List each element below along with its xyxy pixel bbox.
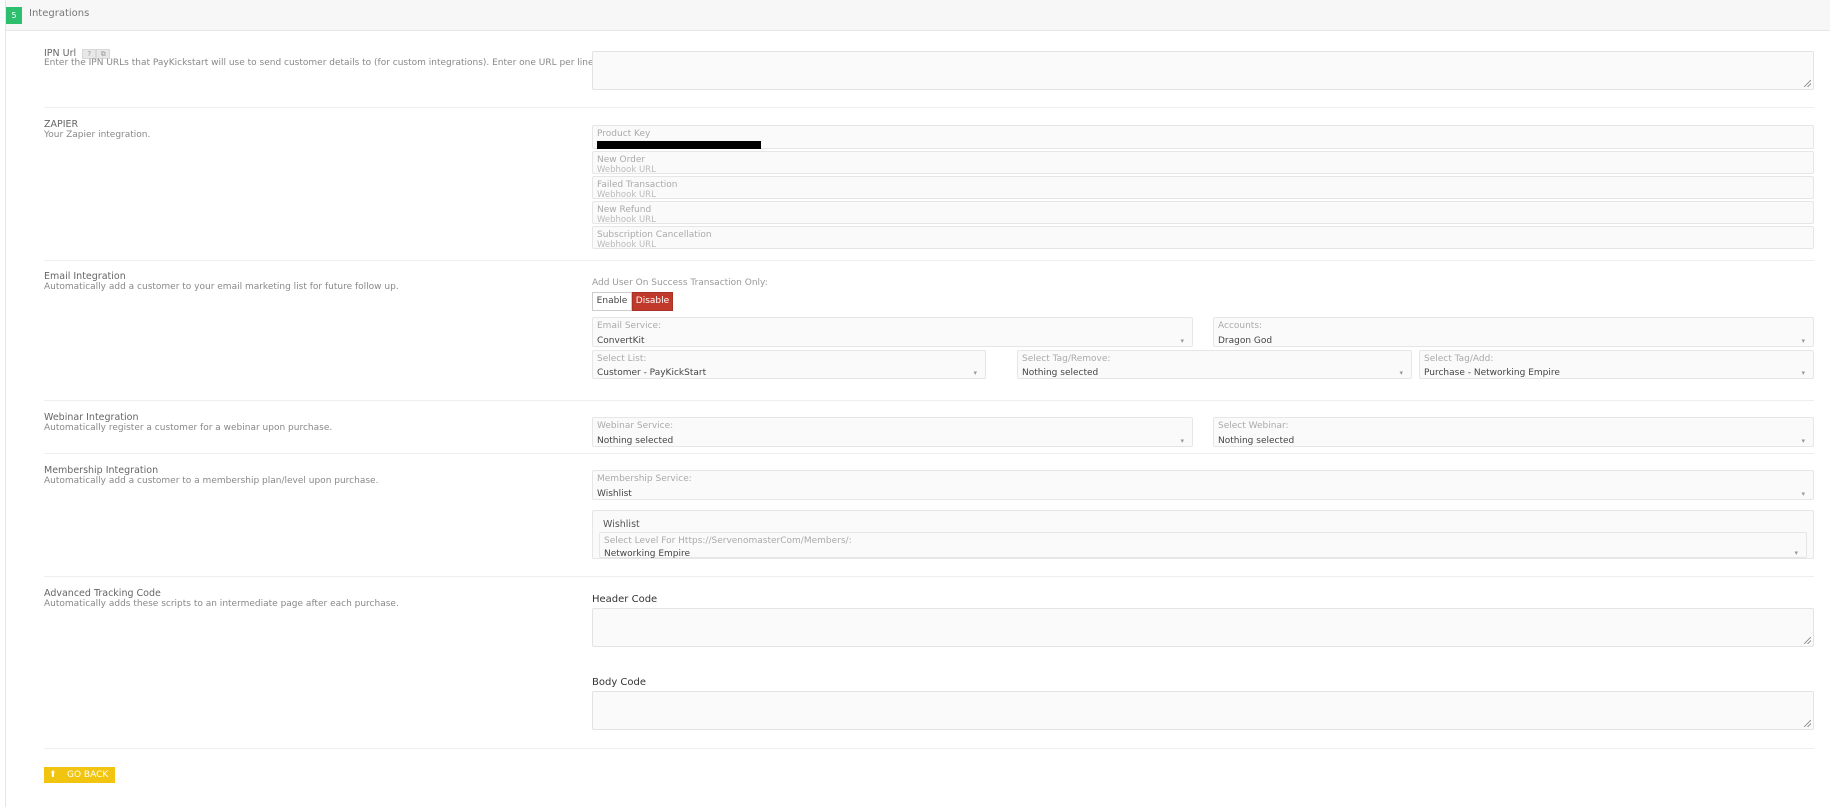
membership-integration-description: Automatically add a customer to a member… <box>44 476 379 486</box>
failed-transaction-label: Failed Transaction <box>597 180 678 190</box>
resize-handle-icon[interactable] <box>1804 637 1811 644</box>
webinar-service-label: Webinar Service: <box>597 421 674 431</box>
email-service-value: ConvertKit <box>597 336 645 346</box>
select-webinar-select[interactable]: Select Webinar: Nothing selected ▾ <box>1213 417 1814 447</box>
wishlist-box-title: Wishlist <box>603 519 640 530</box>
select-list-select[interactable]: Select List: Customer - PayKickStart ▾ <box>592 350 986 379</box>
select-level-select[interactable]: Select Level For Https://ServenomasterCo… <box>599 532 1807 559</box>
divider <box>44 400 1814 401</box>
webinar-integration-title: Webinar Integration <box>44 412 139 423</box>
header-code-textarea[interactable] <box>592 608 1814 647</box>
section-title: Integrations <box>29 8 90 19</box>
zapier-product-key-field[interactable]: Product Key <box>592 125 1814 149</box>
zapier-new-refund-field[interactable]: New Refund Webhook URL <box>592 201 1814 225</box>
zapier-failed-transaction-field[interactable]: Failed Transaction Webhook URL <box>592 176 1814 200</box>
membership-service-label: Membership Service: <box>597 474 692 484</box>
section-header: 5 Integrations <box>6 0 1830 31</box>
integrations-panel: 5 Integrations IPN Url ? ⧉ Enter the IPN … <box>5 0 1830 807</box>
select-tag-add-value: Purchase - Networking Empire <box>1424 368 1560 378</box>
advanced-tracking-title: Advanced Tracking Code <box>44 588 161 599</box>
divider <box>44 107 1814 108</box>
email-service-label: Email Service: <box>597 321 662 331</box>
failed-transaction-placeholder: Webhook URL <box>597 190 656 200</box>
subscription-cancellation-label: Subscription Cancellation <box>597 230 712 240</box>
zapier-description: Your Zapier integration. <box>44 130 151 140</box>
chevron-down-icon: ▾ <box>973 369 977 377</box>
body-code-textarea[interactable] <box>592 691 1814 730</box>
select-webinar-label: Select Webinar: <box>1218 421 1289 431</box>
accounts-label: Accounts: <box>1218 321 1263 331</box>
body-code-label: Body Code <box>592 677 647 688</box>
membership-service-select[interactable]: Membership Service: Wishlist ▾ <box>592 470 1814 500</box>
chevron-down-icon: ▾ <box>1180 337 1184 345</box>
ipn-url-textarea[interactable] <box>592 51 1814 90</box>
arrow-up-icon: ⬆ <box>49 770 57 780</box>
zapier-title: ZAPIER <box>44 119 79 130</box>
divider <box>44 453 1814 454</box>
new-order-label: New Order <box>597 155 646 165</box>
accounts-select[interactable]: Accounts: Dragon God ▾ <box>1213 317 1814 347</box>
ipn-url-description: Enter the IPN URLs that PayKickstart wil… <box>44 58 597 68</box>
new-refund-placeholder: Webhook URL <box>597 215 656 225</box>
wishlist-settings-box: Wishlist Select Level For Https://Serven… <box>592 510 1814 559</box>
go-back-label: GO BACK <box>67 770 109 780</box>
membership-service-value: Wishlist <box>597 489 632 499</box>
step-number-badge: 5 <box>6 7 22 24</box>
zapier-subscription-cancellation-field[interactable]: Subscription Cancellation Webhook URL <box>592 226 1814 250</box>
webinar-integration-description: Automatically register a customer for a … <box>44 423 333 433</box>
chevron-down-icon: ▾ <box>1794 549 1798 557</box>
subscription-cancellation-placeholder: Webhook URL <box>597 240 656 250</box>
chevron-down-icon: ▾ <box>1801 369 1805 377</box>
new-order-placeholder: Webhook URL <box>597 165 656 175</box>
chevron-down-icon: ▾ <box>1801 337 1805 345</box>
webinar-service-select[interactable]: Webinar Service: Nothing selected ▾ <box>592 417 1193 447</box>
disable-button[interactable]: Disable <box>632 292 673 311</box>
chevron-down-icon: ▾ <box>1180 437 1184 445</box>
select-list-label: Select List: <box>597 354 647 364</box>
accounts-value: Dragon God <box>1218 336 1273 346</box>
select-tag-add-select[interactable]: Select Tag/Add: Purchase - Networking Em… <box>1419 350 1814 379</box>
divider <box>44 576 1814 577</box>
enable-button[interactable]: Enable <box>592 292 632 311</box>
header-code-label: Header Code <box>592 594 658 605</box>
resize-handle-icon[interactable] <box>1804 80 1811 87</box>
divider <box>44 748 1814 749</box>
membership-integration-title: Membership Integration <box>44 465 159 476</box>
select-webinar-value: Nothing selected <box>1218 436 1295 446</box>
select-tag-remove-label: Select Tag/Remove: <box>1022 354 1111 364</box>
product-key-label: Product Key <box>597 129 651 139</box>
chevron-down-icon: ▾ <box>1801 490 1805 498</box>
email-integration-description: Automatically add a customer to your ema… <box>44 282 399 292</box>
webinar-service-value: Nothing selected <box>597 436 674 446</box>
resize-handle-icon[interactable] <box>1804 720 1811 727</box>
chevron-down-icon: ▾ <box>1399 369 1403 377</box>
divider <box>44 260 1814 261</box>
go-back-button[interactable]: ⬆ GO BACK <box>44 767 115 783</box>
select-level-label: Select Level For Https://ServenomasterCo… <box>604 536 852 546</box>
chevron-down-icon: ▾ <box>1801 437 1805 445</box>
select-tag-remove-select[interactable]: Select Tag/Remove: Nothing selected ▾ <box>1017 350 1412 379</box>
advanced-tracking-description: Automatically adds these scripts to an i… <box>44 599 399 609</box>
redacted-product-key <box>597 141 761 149</box>
email-integration-title: Email Integration <box>44 271 126 282</box>
new-refund-label: New Refund <box>597 205 652 215</box>
select-tag-add-label: Select Tag/Add: <box>1424 354 1494 364</box>
select-tag-remove-value: Nothing selected <box>1022 368 1099 378</box>
select-level-value: Networking Empire <box>604 549 691 559</box>
zapier-new-order-field[interactable]: New Order Webhook URL <box>592 151 1814 175</box>
email-service-select[interactable]: Email Service: ConvertKit ▾ <box>592 317 1193 347</box>
select-list-value: Customer - PayKickStart <box>597 368 707 378</box>
success-transaction-label: Add User On Success Transaction Only: <box>592 278 768 288</box>
